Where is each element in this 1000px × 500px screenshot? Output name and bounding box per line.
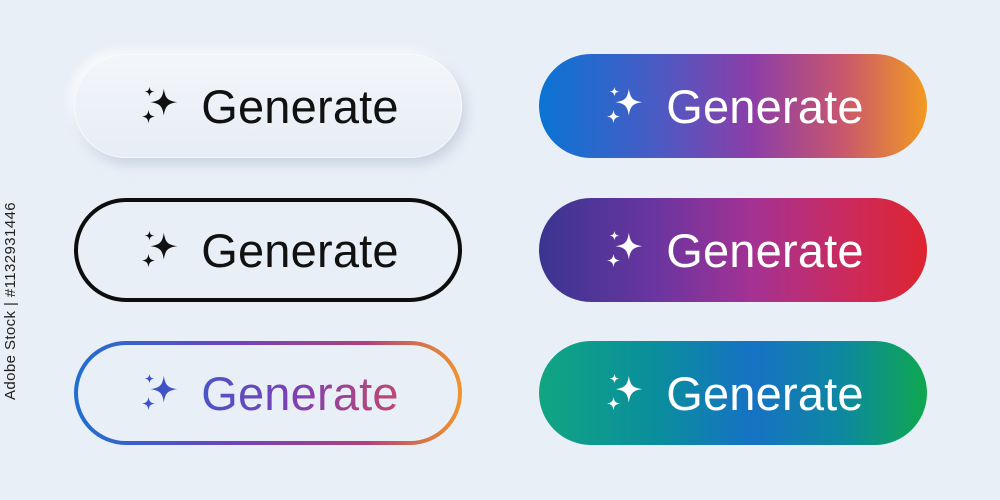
generate-button-gradient-blue-orange[interactable]: Generate (539, 54, 927, 158)
sparkles-icon (137, 370, 183, 416)
watermark-text: Adobe Stock | #1132931446 (2, 202, 19, 400)
generate-label: Generate (666, 79, 864, 133)
stock-watermark: Adobe Stock | #1132931446 (2, 202, 28, 400)
generate-label: Generate (201, 223, 399, 277)
generate-label: Generate (201, 366, 399, 420)
sparkles-icon (602, 370, 648, 416)
sparkles-icon (137, 83, 183, 129)
generate-button-outline-black[interactable]: Generate (74, 198, 462, 302)
sparkles-icon (602, 83, 648, 129)
generate-button-outline-gradient[interactable]: Generate (74, 341, 462, 445)
generate-label: Generate (666, 223, 864, 277)
generate-button-gradient-purple-red[interactable]: Generate (539, 198, 927, 302)
generate-label: Generate (201, 79, 399, 133)
generate-label: Generate (666, 366, 864, 420)
sparkles-icon (602, 227, 648, 273)
generate-button-neumorphic[interactable]: Generate (74, 54, 462, 158)
generate-button-gradient-teal-green[interactable]: Generate (539, 341, 927, 445)
sparkles-icon (137, 227, 183, 273)
